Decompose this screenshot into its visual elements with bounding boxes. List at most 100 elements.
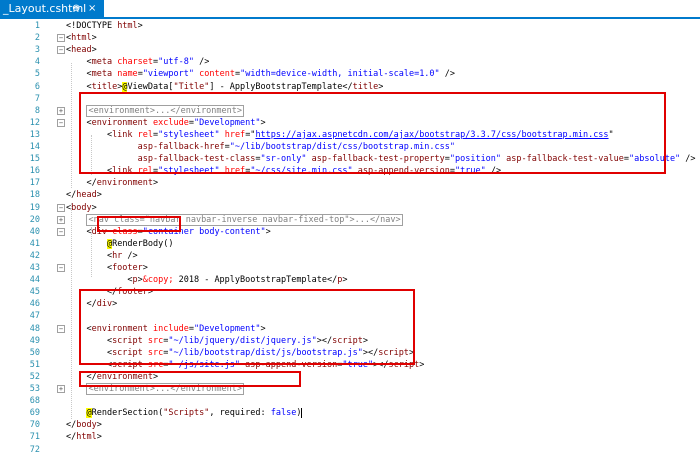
line-number: 46: [29, 299, 40, 310]
code-line: 44 <p>&copy; 2018 - ApplyBootstrapTempla…: [0, 274, 700, 286]
code-line: 41 @RenderBody(): [0, 238, 700, 250]
collapse-region-icon[interactable]: −: [57, 264, 65, 272]
code-line: 18 </head>: [0, 189, 700, 201]
code-token: <: [66, 263, 113, 273]
code-line: 72: [0, 444, 700, 456]
code-token: "Scripts": [163, 408, 210, 419]
code-line: 70 </body>: [0, 419, 700, 431]
code-line: 71 </html>: [0, 431, 700, 443]
line-number: 48: [29, 323, 40, 334]
expand-region-icon[interactable]: +: [57, 106, 65, 115]
line-number: 43: [29, 263, 40, 273]
line-number: 8: [34, 105, 40, 116]
code-line: 5 <meta name="viewport" content="width=d…: [0, 68, 700, 80]
code-token: title: [352, 81, 379, 92]
code-line: 68: [0, 395, 700, 407]
code-token: >: [96, 190, 102, 201]
line-number: 17: [29, 178, 40, 189]
highlight-box-stylesheet-environment: [79, 92, 666, 174]
code-line: 42 <hr />: [0, 250, 700, 262]
code-token: >: [153, 178, 159, 189]
code-text: <p>&copy; 2018 - ApplyBootstrapTemplate<…: [66, 274, 347, 286]
indent-guide: [91, 227, 92, 277]
document-tab[interactable]: _Layout.cshtml ⊕ ×: [0, 0, 104, 17]
collapse-region-icon[interactable]: −: [57, 227, 65, 236]
code-token: >: [91, 45, 97, 56]
line-number: 72: [29, 444, 40, 455]
code-token: head: [71, 45, 92, 56]
line-number: 71: [29, 432, 40, 443]
line-number: 6: [34, 81, 40, 92]
code-text: @RenderSection("Scripts", required: fals…: [66, 407, 303, 419]
pin-icon[interactable]: ⊕: [72, 0, 80, 17]
code-token: body: [76, 420, 97, 431]
code-token: />: [122, 250, 138, 261]
code-token: <!DOCTYPE: [66, 21, 118, 31]
code-token: <: [66, 69, 92, 80]
line-number: 41: [29, 238, 40, 249]
collapse-region-icon[interactable]: −: [57, 118, 65, 127]
code-text: <html>: [66, 32, 97, 44]
code-line: 4 <meta charset="utf-8" />: [0, 56, 700, 68]
code-token: hr: [112, 250, 123, 261]
line-number: 44: [29, 275, 40, 286]
expand-region-icon[interactable]: +: [57, 215, 65, 224]
expand-region-icon[interactable]: +: [57, 385, 65, 393]
code-token: >: [265, 226, 271, 237]
highlight-box-render-section: [79, 371, 301, 387]
line-number: 1: [34, 21, 40, 31]
code-token: ViewData[: [127, 81, 174, 92]
line-number: 7: [34, 93, 40, 104]
code-token: />: [193, 57, 210, 68]
collapse-region-icon[interactable]: −: [57, 203, 65, 212]
code-token: </: [66, 190, 77, 201]
line-number: 51: [29, 359, 40, 370]
code-token: >: [142, 263, 148, 273]
code-token: charset: [117, 57, 154, 68]
close-icon[interactable]: ×: [88, 0, 96, 17]
code-text: <hr />: [66, 250, 138, 262]
code-text: <title>@ViewData["Title"] - ApplyBootstr…: [66, 81, 383, 93]
highlight-box-render-body: [97, 216, 181, 232]
collapse-region-icon[interactable]: −: [57, 324, 65, 333]
document-tab-bar: _Layout.cshtml ⊕ ×: [0, 0, 700, 19]
code-token: <: [66, 57, 92, 68]
code-text: <!DOCTYPE html>: [66, 20, 143, 32]
code-token: "width=device-width, initial-scale=1.0": [240, 69, 440, 80]
collapse-region-icon[interactable]: −: [57, 34, 65, 43]
code-token: title: [91, 81, 118, 92]
code-token: footer: [112, 263, 143, 273]
code-token: 2018 - ApplyBootstrapTemplate</: [173, 275, 338, 286]
code-text: <head>: [66, 44, 97, 56]
code-token: <: [66, 226, 92, 237]
code-line: 69 @RenderSection("Scripts", required: f…: [0, 407, 700, 419]
code-token: >: [419, 359, 425, 370]
code-text: </environment>: [66, 177, 158, 189]
code-line: 19− <body>: [0, 202, 700, 214]
code-token: <: [66, 250, 113, 261]
line-number: 53: [29, 384, 40, 394]
code-text: </body>: [66, 419, 102, 431]
line-number: 15: [29, 154, 40, 165]
line-number: 19: [29, 202, 40, 213]
line-number: 20: [29, 214, 40, 225]
line-number: 45: [29, 287, 40, 298]
collapse-region-icon[interactable]: −: [57, 46, 65, 55]
line-number: 12: [29, 117, 40, 128]
code-token: />: [439, 69, 456, 80]
text-caret: [301, 407, 303, 418]
code-token: head: [76, 190, 97, 201]
code-token: environment: [96, 178, 154, 189]
code-token: false: [270, 408, 297, 419]
code-token: />: [680, 154, 696, 165]
code-token: "utf-8": [158, 57, 194, 68]
line-number: 42: [29, 250, 40, 261]
code-token: meta: [91, 57, 113, 68]
code-token: "viewport": [142, 69, 194, 80]
code-token: </: [66, 432, 77, 443]
code-text: </head>: [66, 189, 102, 201]
code-editor[interactable]: 1 <!DOCTYPE html> 2− <html> 3− <head> 4 <meta …: [0, 19, 700, 455]
code-token: >: [96, 420, 102, 431]
